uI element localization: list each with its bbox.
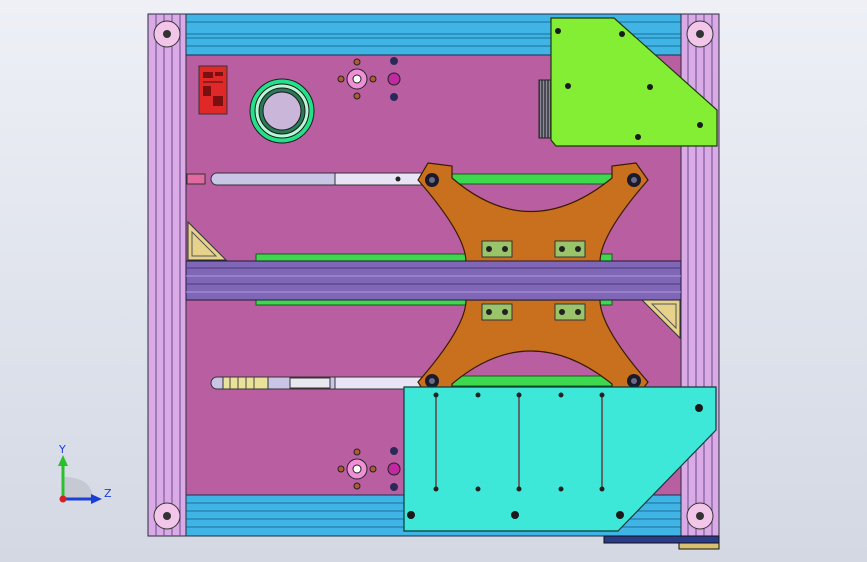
triad-icon: [58, 455, 102, 504]
triad-z-label: Z: [104, 487, 112, 500]
connector-block-icon[interactable]: [198, 65, 228, 115]
triad-y-label: Y: [58, 443, 66, 456]
base-foot: [603, 535, 720, 544]
lower-slider-arm[interactable]: [210, 376, 426, 390]
purple-crossbeam[interactable]: [185, 260, 682, 301]
green-bar-1: [429, 173, 637, 185]
left-side-rail[interactable]: [147, 13, 187, 537]
cad-viewport[interactable]: Y Z: [0, 0, 867, 562]
ring-bearing-icon[interactable]: [249, 78, 315, 144]
base-foot-cap: [678, 542, 720, 550]
upper-slider-arm[interactable]: [186, 172, 426, 186]
